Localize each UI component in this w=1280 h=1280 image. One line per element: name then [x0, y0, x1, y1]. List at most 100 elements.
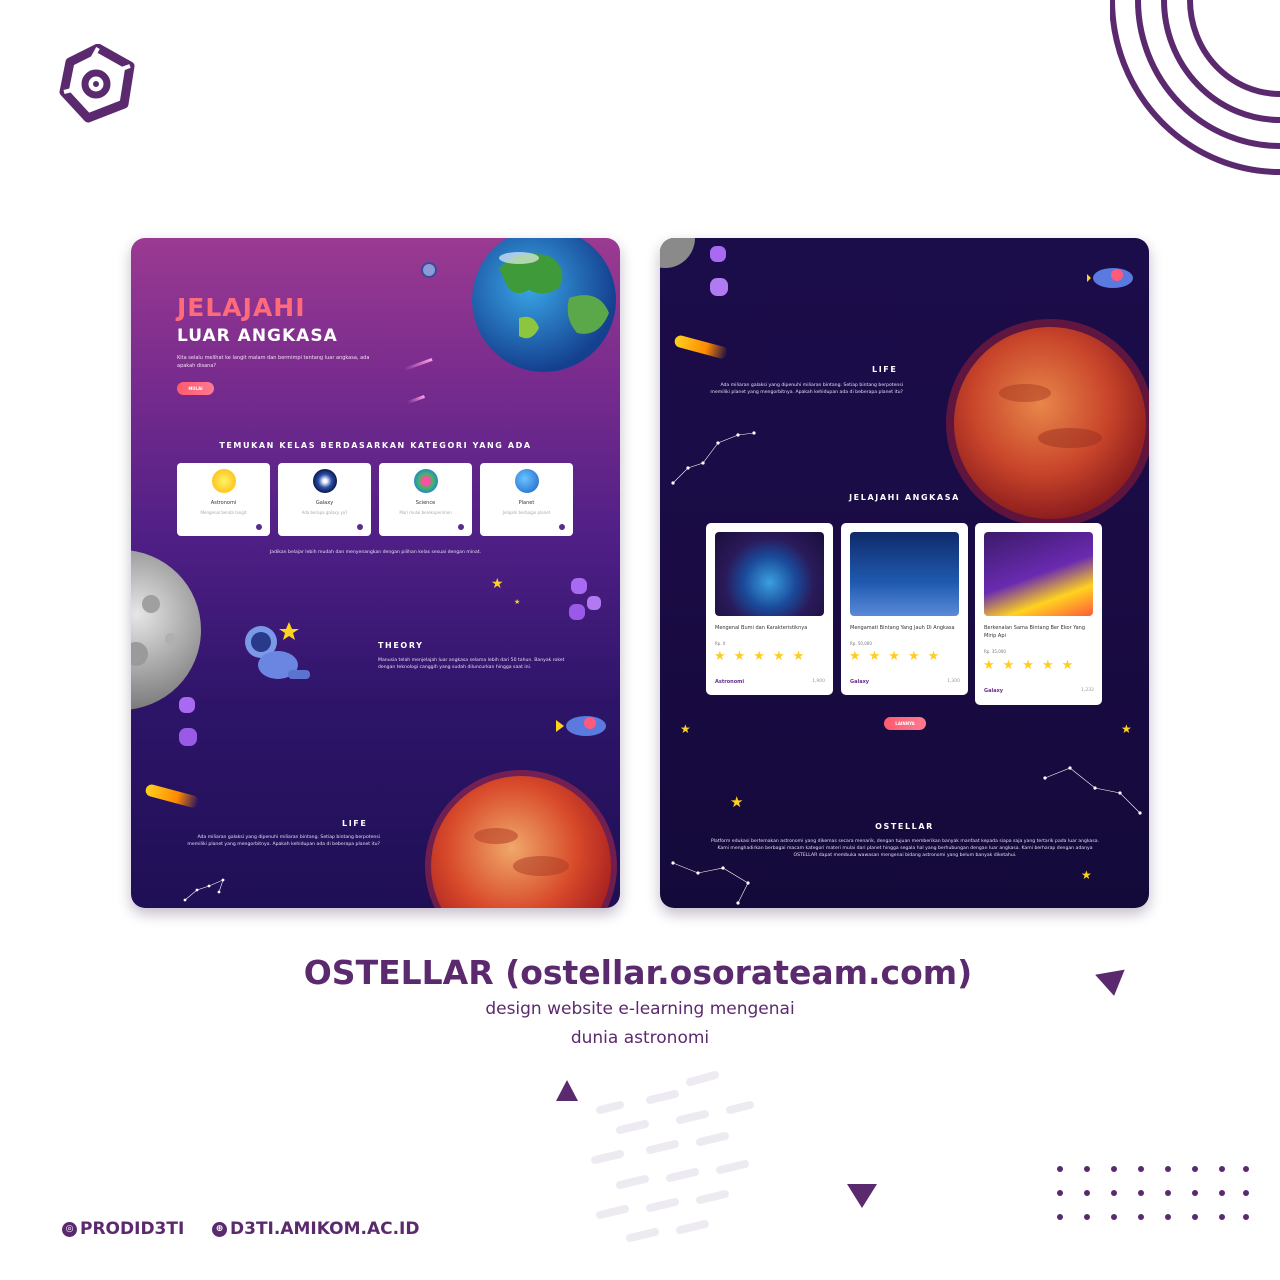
category-desc: Mari mulai bereksperimen: [399, 510, 452, 515]
course-price: Rp. 35,000: [984, 649, 1006, 654]
category-desc: Jelajahi berbagai planet: [502, 510, 551, 515]
course-title: Mengenal Bumi dan Karakteristiknya: [715, 625, 808, 631]
asteroid-icon: [179, 697, 195, 713]
decor-triangle: [1095, 969, 1129, 999]
star-icon: ★: [491, 576, 504, 592]
hero-description: Kita selalu melihat ke langit malam dan …: [177, 355, 370, 369]
planet-icon: [515, 469, 539, 493]
course-category: Galaxy: [850, 679, 870, 685]
life-text: Ada miliaran galaksi yang dipenuhi milia…: [187, 835, 380, 847]
category-card-astronomi[interactable]: Astronomi Mengenal benda langit: [177, 463, 270, 536]
arrow-icon: [559, 524, 565, 530]
courses-heading: JELAJAHI ANGKASA: [849, 493, 960, 502]
logo-icon: [59, 44, 135, 123]
course-card[interactable]: Mengenal Bumi dan Karakteristiknya Rp. 0…: [706, 523, 833, 695]
constellation-icon: [671, 861, 750, 905]
instagram-handle[interactable]: ◎ PRODID3TI: [62, 1219, 184, 1239]
about-heading: OSTELLAR: [875, 822, 934, 831]
theory-text: Manusia telah menjelajah luar angkasa se…: [378, 658, 565, 670]
category-heading: TEMUKAN KELAS BERDASARKAN KATEGORI YANG …: [219, 441, 532, 450]
theory-heading: THEORY: [378, 641, 424, 650]
astronaut-illustration: [245, 622, 310, 679]
meteor-streak: [403, 357, 433, 372]
category-desc: Ada berapa galaxy ya?: [301, 510, 348, 515]
showcase-canvas: { "brand": { "accent": "#5b2a6e", "cta":…: [0, 0, 1280, 1280]
course-category: Galaxy: [984, 688, 1004, 694]
star-icon: ★: [680, 722, 691, 736]
mars-illustration: [425, 770, 617, 908]
project-subtitle-line2: dunia astronomi: [570, 1028, 710, 1048]
life-heading: LIFE: [872, 365, 898, 374]
constellation-icon: [183, 878, 225, 902]
star-icon: ★: [514, 598, 521, 606]
course-views: 1,232: [1081, 688, 1094, 693]
moon-illustration: [660, 238, 695, 268]
asteroid-icon: [179, 728, 197, 746]
satellite-icon: [421, 262, 437, 278]
constellation-icon: [1043, 766, 1142, 815]
course-card[interactable]: Berkenalan Sama Bintang Ber Ekor Yang Mi…: [975, 523, 1102, 705]
website-text: D3TI.AMIKOM.AC.ID: [230, 1219, 420, 1239]
category-card-galaxy[interactable]: Galaxy Ada berapa galaxy ya?: [278, 463, 371, 536]
category-desc: Mengenal benda langit: [200, 510, 247, 515]
project-title: OSTELLAR (ostellar.osorateam.com): [303, 953, 973, 992]
star-icon: ★: [1121, 722, 1132, 736]
asteroid-icon: [710, 278, 728, 296]
sun-icon: [212, 469, 236, 493]
asteroid-icon: [710, 246, 726, 262]
start-button[interactable]: MULAI: [177, 382, 214, 395]
course-rating: ★★★★★: [714, 649, 813, 664]
hero-subtitle: LUAR ANGKASA: [177, 326, 338, 346]
more-button[interactable]: LAINNYA: [884, 717, 926, 730]
comet-icon: [673, 334, 729, 360]
decor-dashes: [591, 1071, 754, 1242]
category-name: Science: [415, 500, 436, 506]
decor-triangle: [847, 1184, 877, 1208]
moon-illustration: [131, 550, 201, 710]
life-text: Ada miliaran galaksi yang dipenuhi milia…: [710, 383, 903, 395]
arrow-icon: [357, 524, 363, 530]
course-price: Rp. 50,000: [850, 641, 872, 646]
rocket-illustration: [556, 716, 606, 736]
arrow-icon: [256, 524, 262, 530]
course-rating: ★★★★★: [849, 649, 948, 664]
instagram-text: PRODID3TI: [80, 1219, 185, 1239]
star-icon: ★: [1081, 868, 1092, 882]
constellation-icon: [671, 431, 756, 485]
course-thumbnail: [850, 532, 959, 616]
website-link[interactable]: ⊕ D3TI.AMIKOM.AC.ID: [212, 1219, 419, 1239]
category-card-planet[interactable]: Planet Jelajahi berbagai planet: [480, 463, 573, 536]
life-heading: LIFE: [342, 819, 368, 828]
course-title: Berkenalan Sama Bintang Ber Ekor Yang Mi…: [984, 625, 1086, 639]
earth-illustration: [472, 238, 616, 372]
course-title: Mengamati Bintang Yang Jauh Di Angkasa: [850, 625, 955, 631]
course-views: 1,900: [812, 679, 825, 684]
asteroid-icon: [587, 596, 601, 610]
course-thumbnail: [715, 532, 824, 616]
course-card[interactable]: Mengamati Bintang Yang Jauh Di Angkasa R…: [841, 523, 968, 695]
about-text: Platform edukasi bertemakan astronomi ya…: [710, 839, 1100, 858]
category-card-science[interactable]: Science Mari mulai bereksperimen: [379, 463, 472, 536]
decor-dot-grid: [1057, 1166, 1249, 1220]
instagram-icon: ◎: [62, 1221, 77, 1237]
meteor-streak: [407, 395, 425, 404]
course-thumbnail: [984, 532, 1093, 616]
decor-triangle: [556, 1080, 578, 1101]
category-name: Planet: [518, 500, 535, 506]
atom-icon: [414, 469, 438, 493]
rocket-illustration: [1087, 268, 1133, 288]
asteroid-icon: [571, 578, 587, 594]
globe-icon: ⊕: [212, 1221, 227, 1237]
category-name: Galaxy: [315, 500, 334, 506]
arrow-icon: [458, 524, 464, 530]
landing-page-mockup: JELAJAHI LUAR ANGKASA Kita selalu meliha…: [131, 238, 620, 908]
galaxy-icon: [313, 469, 337, 493]
asteroid-icon: [569, 604, 585, 620]
comet-icon: [144, 783, 200, 809]
category-note: Jadikan belajar lebih mudah dan menyenan…: [269, 550, 482, 555]
decor-arcs: [1110, 0, 1280, 175]
category-name: Astronomi: [210, 500, 237, 506]
project-subtitle-line1: design website e-learning mengenai: [485, 999, 795, 1019]
course-price: Rp. 0: [715, 641, 726, 646]
hero-title: JELAJAHI: [177, 293, 306, 322]
